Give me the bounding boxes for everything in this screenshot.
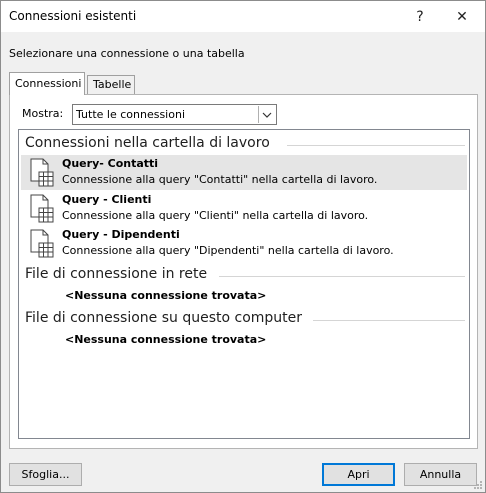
connection-name: Query- Contatti [62, 157, 159, 170]
show-dropdown[interactable]: Tutte le connessioni [72, 104, 277, 125]
connection-item-contatti[interactable]: Query- Contatti Connessione alla query "… [21, 155, 467, 190]
tab-panel: Mostra: Tutte le connessioni Connessioni… [9, 94, 478, 449]
table-document-icon [29, 229, 55, 259]
instruction-text: Selezionare una connessione o una tabell… [9, 47, 245, 60]
browse-button[interactable]: Sfoglia... [9, 463, 82, 486]
chevron-down-icon[interactable] [258, 106, 275, 123]
connection-description: Connessione alla query "Clienti" nella c… [62, 209, 369, 222]
open-button[interactable]: Apri [322, 463, 395, 486]
tab-connections[interactable]: Connessioni [9, 72, 85, 95]
title-bar: Connessioni esistenti ? ✕ [1, 1, 485, 32]
resize-grip-icon[interactable] [473, 480, 483, 490]
group-divider [287, 145, 465, 146]
connections-list[interactable]: Connessioni nella cartella di lavoro Que… [18, 129, 470, 439]
window-title: Connessioni esistenti [9, 9, 137, 23]
connection-name: Query - Clienti [62, 193, 152, 206]
empty-message-computer: <Nessuna connessione trovata> [65, 333, 267, 346]
cancel-button[interactable]: Annulla [404, 463, 477, 486]
close-button[interactable]: ✕ [442, 1, 482, 32]
empty-message-network: <Nessuna connessione trovata> [65, 289, 267, 302]
help-icon: ? [416, 8, 424, 25]
existing-connections-dialog: Connessioni esistenti ? ✕ Selezionare un… [0, 0, 486, 493]
connection-item-clienti[interactable]: Query - Clienti Connessione alla query "… [21, 191, 467, 226]
connection-description: Connessione alla query "Dipendenti" nell… [62, 244, 394, 257]
group-divider [313, 320, 465, 321]
connection-description: Connessione alla query "Contatti" nella … [62, 173, 378, 186]
show-label: Mostra: [22, 107, 64, 120]
group-divider [219, 276, 465, 277]
tab-label: Connessioni [15, 77, 82, 90]
group-title-workbook: Connessioni nella cartella di lavoro [25, 135, 270, 151]
tab-tables[interactable]: Tabelle [87, 75, 135, 94]
show-dropdown-value: Tutte le connessioni [76, 108, 185, 121]
close-icon: ✕ [456, 8, 468, 25]
connection-item-dipendenti[interactable]: Query - Dipendenti Connessione alla quer… [21, 226, 467, 261]
table-document-icon [29, 158, 55, 188]
group-title-network: File di connessione in rete [25, 266, 208, 282]
group-title-computer: File di connessione su questo computer [25, 310, 303, 326]
tab-label: Tabelle [93, 78, 132, 91]
help-button[interactable]: ? [400, 1, 440, 32]
connection-name: Query - Dipendenti [62, 228, 180, 241]
table-document-icon [29, 194, 55, 224]
